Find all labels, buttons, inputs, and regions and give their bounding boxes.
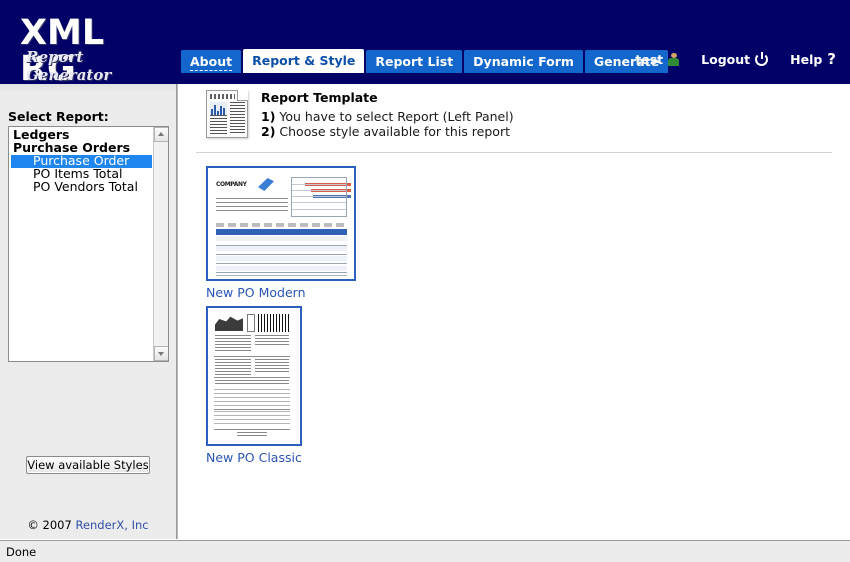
preview-address-block	[216, 198, 288, 214]
style-preview-classic	[211, 311, 293, 441]
logout-label: Logout	[701, 51, 751, 67]
preview-classic-row-1	[214, 389, 290, 409]
instruction-1-text: You have to select Report (Left Panel)	[275, 109, 514, 124]
style-label-new-po-modern[interactable]: New PO Modern	[206, 285, 356, 300]
tab-report-list[interactable]: Report List	[366, 50, 463, 73]
application-window: XML RG Report Generator About Report & S…	[0, 0, 850, 562]
preview-classic-rule-1	[214, 356, 290, 357]
help-button[interactable]: Help ?	[790, 50, 836, 68]
main-tab-bar: About Report & Style Report List Dynamic…	[181, 49, 670, 73]
preview-classic-logo	[215, 316, 243, 331]
report-template-heading: Report Template	[261, 90, 378, 105]
scroll-down-arrow-icon[interactable]	[154, 346, 168, 361]
preview-classic-vendor-block	[215, 335, 251, 353]
tab-dynamic-form[interactable]: Dynamic Form	[464, 50, 583, 73]
preview-table-rows	[216, 236, 347, 276]
logout-button[interactable]: Logout	[701, 51, 769, 67]
preview-classic-shipto-block	[215, 359, 251, 375]
preview-company-logo: COMPANY	[216, 178, 276, 194]
list-item-po-vendors-total[interactable]: PO Vendors Total	[11, 180, 152, 194]
document-icon-fold	[237, 90, 248, 101]
brand-subtitle: Report Generator	[26, 48, 112, 84]
left-sidebar: Select Report: Ledgers Purchase Orders P…	[0, 84, 177, 539]
style-thumbnail-frame-classic[interactable]	[206, 306, 302, 446]
page-header: XML RG Report Generator About Report & S…	[0, 0, 850, 87]
tab-report-and-style[interactable]: Report & Style	[243, 49, 365, 73]
document-icon-chart	[210, 102, 227, 116]
main-content: Report Template 1) You have to select Re…	[178, 84, 850, 539]
instruction-2: 2) Choose style available for this repor…	[261, 124, 514, 139]
document-icon-text-left	[210, 118, 227, 135]
document-icon-text-right	[230, 102, 245, 135]
document-icon	[206, 90, 248, 138]
status-text: Done	[6, 545, 37, 559]
tab-report-and-style-label: Report & Style	[252, 53, 356, 68]
user-icon	[668, 52, 680, 66]
content-divider	[196, 152, 832, 153]
power-icon	[755, 51, 769, 66]
preview-classic-table-header	[215, 380, 289, 386]
instruction-2-text: Choose style available for this report	[275, 124, 510, 139]
preview-classic-footer	[237, 432, 267, 436]
preview-table-caption	[216, 223, 347, 227]
browser-status-bar: Done	[0, 540, 850, 562]
style-preview-modern: COMPANY	[211, 171, 351, 276]
style-thumbnail-frame-modern[interactable]: COMPANY	[206, 166, 356, 281]
barcode-icon	[258, 314, 290, 332]
instruction-2-number: 2)	[261, 124, 276, 139]
preview-classic-rule-3	[214, 409, 290, 410]
style-card-new-po-classic[interactable]: New PO Classic	[206, 306, 302, 465]
preview-classic-rule-4	[214, 429, 290, 430]
style-card-new-po-modern[interactable]: COMPANY New PO Modern	[206, 166, 356, 300]
preview-classic-rule-2	[214, 377, 290, 378]
copyright-text: © 2007	[27, 518, 76, 532]
report-list: Ledgers Purchase Orders Purchase Order P…	[9, 127, 152, 361]
tab-report-list-label: Report List	[375, 54, 454, 69]
view-available-styles-button[interactable]: View available Styles	[26, 456, 150, 474]
report-listbox[interactable]: Ledgers Purchase Orders Purchase Order P…	[8, 126, 169, 362]
tab-about[interactable]: About	[181, 50, 242, 73]
tab-about-label: About	[190, 54, 233, 71]
report-list-scrollbar[interactable]	[153, 127, 168, 361]
brand-logo: XML RG Report Generator	[0, 0, 170, 87]
current-user-label: test	[635, 51, 664, 67]
preview-classic-title-box	[247, 314, 255, 332]
style-label-new-po-classic[interactable]: New PO Classic	[206, 450, 302, 465]
document-icon-title-lines	[210, 94, 235, 99]
report-template-text: Report Template 1) You have to select Re…	[261, 90, 514, 139]
user-menu-bar: test Logout Help ?	[635, 50, 836, 68]
copyright-notice: © 2007 RenderX, Inc	[0, 518, 176, 532]
preview-classic-date-block	[255, 335, 289, 345]
tab-dynamic-form-label: Dynamic Form	[473, 54, 574, 69]
renderx-link[interactable]: RenderX, Inc	[75, 518, 148, 532]
select-report-label: Select Report:	[8, 109, 109, 124]
instruction-1: 1) You have to select Report (Left Panel…	[261, 109, 514, 124]
scroll-up-arrow-icon[interactable]	[154, 127, 168, 142]
current-user[interactable]: test	[635, 51, 680, 67]
report-template-header: Report Template 1) You have to select Re…	[206, 90, 514, 139]
preview-classic-row-2	[214, 411, 290, 427]
question-mark-icon: ?	[827, 50, 836, 68]
instruction-1-number: 1)	[261, 109, 276, 124]
preview-info-box	[291, 177, 347, 217]
help-label: Help	[790, 51, 823, 67]
preview-classic-terms-block	[255, 359, 289, 373]
preview-table-header	[216, 229, 347, 235]
